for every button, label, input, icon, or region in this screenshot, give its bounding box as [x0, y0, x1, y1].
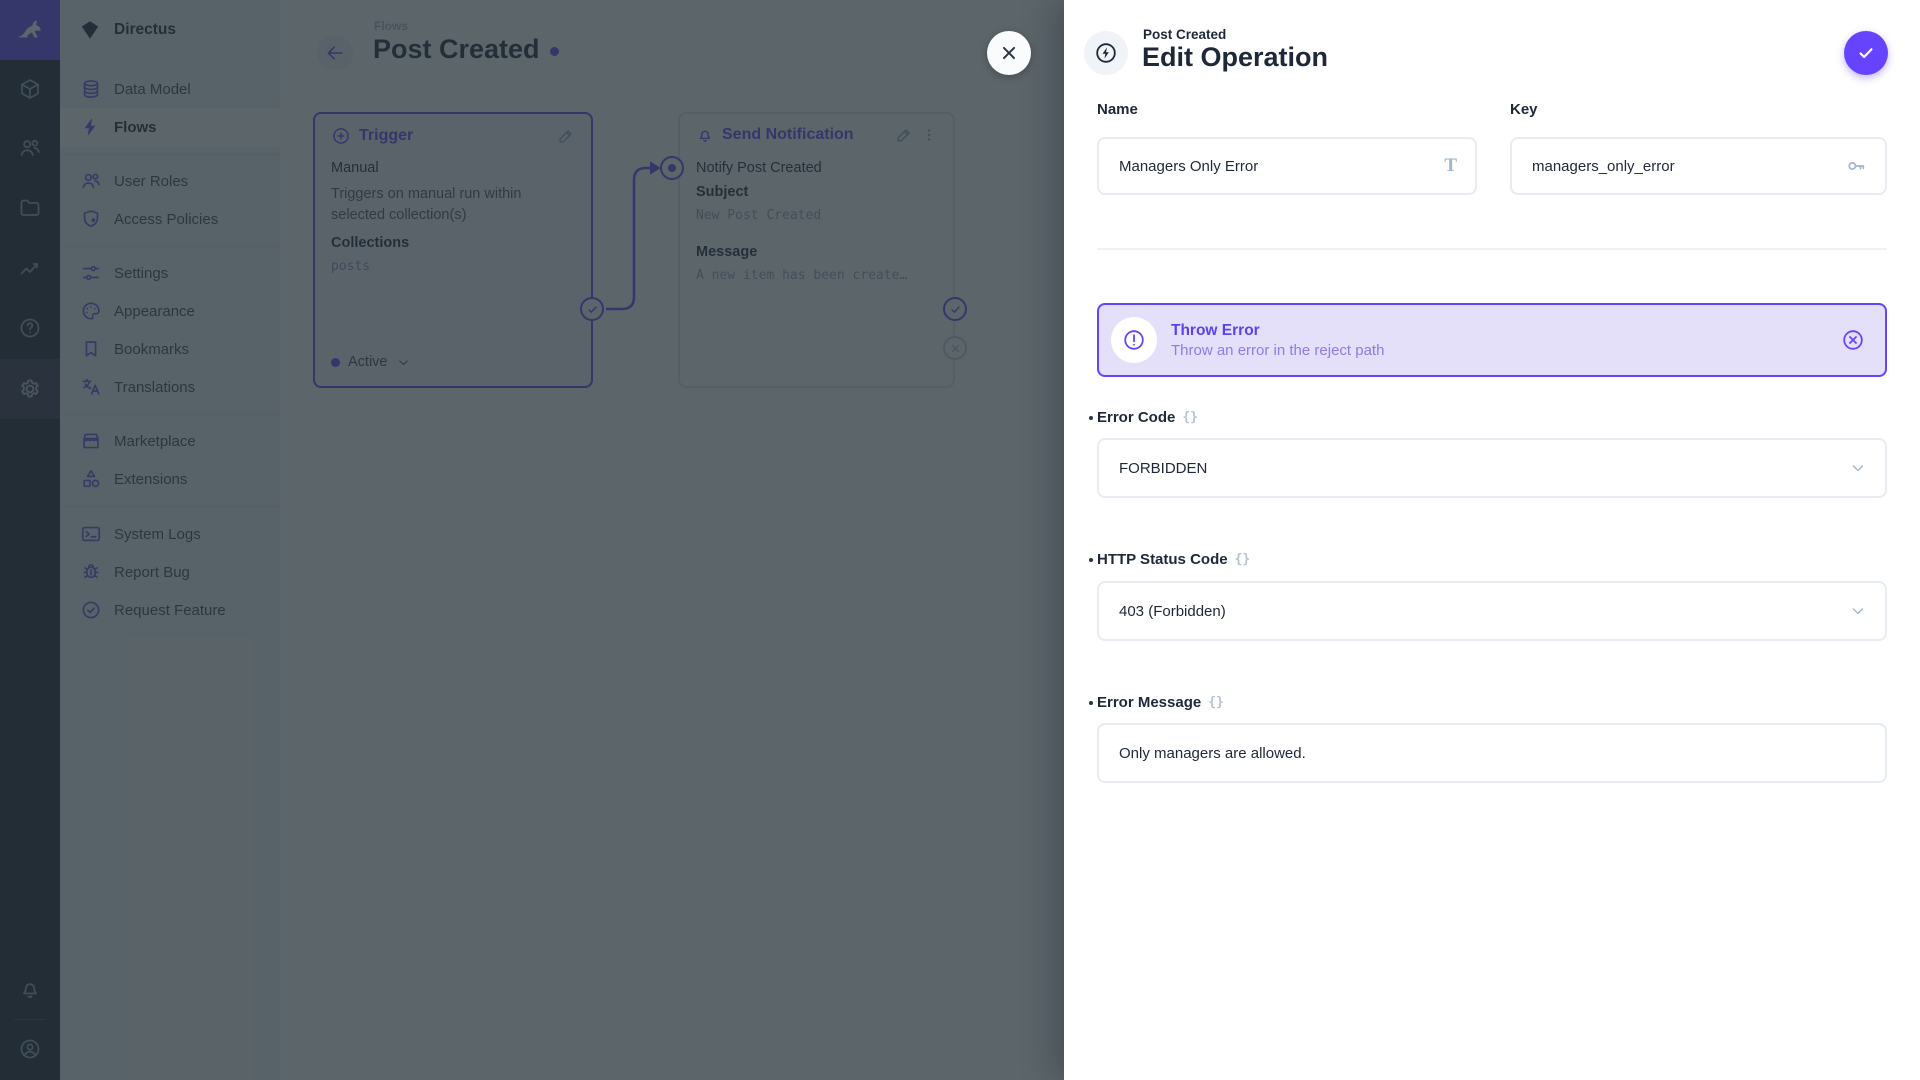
- required-dot: [1089, 558, 1093, 562]
- error-code-select[interactable]: FORBIDDEN: [1097, 438, 1887, 498]
- key-field-label: Key: [1510, 101, 1538, 118]
- throw-error-badge: [1111, 317, 1157, 363]
- directus-app: Directus Data Model Flows User Roles Acc…: [0, 0, 1920, 1080]
- name-field-label: Name: [1097, 101, 1138, 118]
- check-icon: [1856, 43, 1876, 63]
- required-dot: [1089, 416, 1093, 420]
- operation-type-subtitle: Throw an error in the reject path: [1171, 342, 1841, 359]
- error-code-label: Error Code {}: [1097, 409, 1198, 426]
- raw-value-icon: {}: [1182, 410, 1198, 425]
- operation-type-panel[interactable]: Throw Error Throw an error in the reject…: [1097, 303, 1887, 377]
- close-drawer-button[interactable]: [987, 31, 1031, 75]
- error-message-input[interactable]: Only managers are allowed.: [1097, 723, 1887, 783]
- raw-value-icon: {}: [1208, 695, 1224, 710]
- error-circle-icon: [1122, 328, 1146, 352]
- chevron-down-icon: [1849, 459, 1867, 477]
- operation-type-badge: [1084, 31, 1128, 75]
- http-status-select[interactable]: 403 (Forbidden): [1097, 581, 1887, 641]
- operation-type-title: Throw Error: [1171, 322, 1841, 340]
- name-input[interactable]: Managers Only Error T: [1097, 137, 1477, 195]
- drawer-breadcrumb: Post Created: [1143, 27, 1226, 42]
- error-message-label: Error Message {}: [1097, 694, 1224, 711]
- save-button[interactable]: [1844, 31, 1888, 75]
- chevron-down-icon: [1849, 602, 1867, 620]
- drawer-overlay[interactable]: [0, 0, 1064, 1080]
- drawer-title: Edit Operation: [1142, 42, 1328, 73]
- raw-value-icon: {}: [1235, 552, 1251, 567]
- required-dot: [1089, 701, 1093, 705]
- bolt-circle-icon: [1094, 41, 1118, 65]
- edit-operation-drawer: Post Created Edit Operation Name Manager…: [1064, 0, 1920, 1080]
- key-input[interactable]: managers_only_error: [1510, 137, 1887, 195]
- drawer-divider: [1097, 248, 1887, 250]
- key-icon: [1845, 155, 1867, 177]
- deselect-operation-icon[interactable]: [1841, 328, 1865, 352]
- http-status-label: HTTP Status Code {}: [1097, 551, 1250, 568]
- close-icon: [998, 42, 1020, 64]
- title-case-icon: T: [1444, 155, 1457, 177]
